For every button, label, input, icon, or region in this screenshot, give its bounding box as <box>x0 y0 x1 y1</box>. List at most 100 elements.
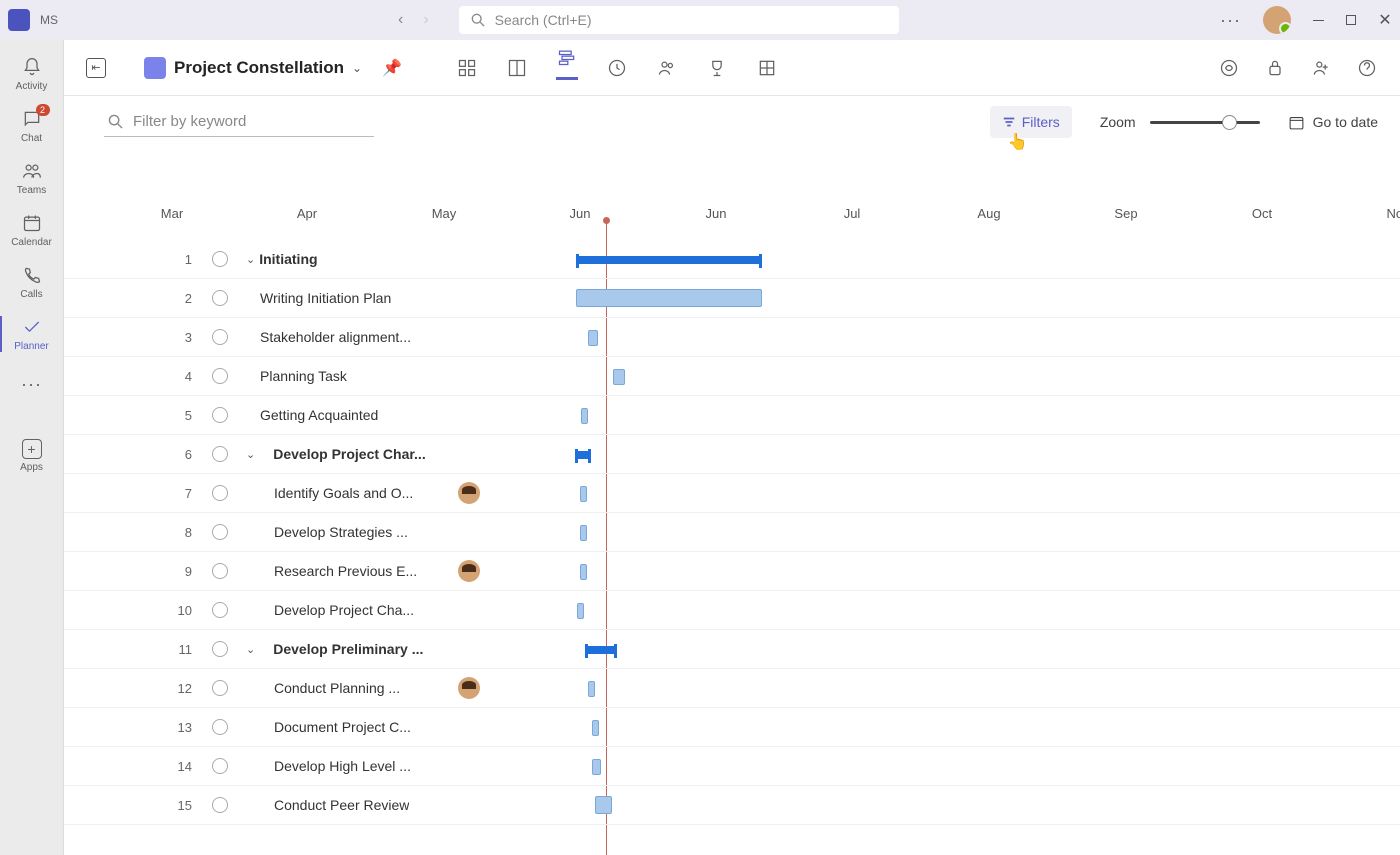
complete-toggle[interactable] <box>212 407 228 423</box>
row-number: 14 <box>164 759 204 774</box>
plan-selector[interactable]: Project Constellation ⌄ <box>144 57 362 79</box>
zoom-slider[interactable] <box>1150 121 1260 124</box>
zoom-thumb[interactable] <box>1222 115 1237 130</box>
gantt-bar[interactable] <box>592 720 599 736</box>
complete-toggle[interactable] <box>212 290 228 306</box>
forward-button[interactable]: › <box>423 11 428 29</box>
complete-toggle[interactable] <box>212 719 228 735</box>
month-label: May <box>432 206 457 221</box>
task-row[interactable]: 5Getting Acquainted <box>64 396 1400 435</box>
task-title: Stakeholder alignment... <box>260 329 411 345</box>
gantt-bar[interactable] <box>588 330 598 346</box>
more-button[interactable]: ··· <box>1220 10 1241 31</box>
complete-toggle[interactable] <box>212 797 228 813</box>
task-row[interactable]: 6⌄Develop Project Char... <box>64 435 1400 474</box>
rail-calls[interactable]: Calls <box>0 256 64 308</box>
back-button[interactable]: ‹ <box>398 11 403 29</box>
rail-chat[interactable]: 2 Chat <box>0 100 64 152</box>
row-number: 3 <box>164 330 204 345</box>
task-row[interactable]: 2Writing Initiation Plan <box>64 279 1400 318</box>
gantt-bar[interactable] <box>576 256 762 264</box>
gantt-bar[interactable] <box>575 451 591 459</box>
complete-toggle[interactable] <box>212 251 228 267</box>
close-button[interactable]: ✕ <box>1378 13 1392 27</box>
view-charts[interactable] <box>756 57 778 79</box>
minimize-button[interactable] <box>1313 20 1324 21</box>
user-avatar[interactable] <box>1263 6 1291 34</box>
complete-toggle[interactable] <box>212 446 228 462</box>
rail-calendar[interactable]: Calendar <box>0 204 64 256</box>
gantt-bar[interactable] <box>576 289 762 307</box>
gantt-bar[interactable] <box>592 759 601 775</box>
gantt-bar[interactable] <box>613 369 625 385</box>
pin-button[interactable]: 📌 <box>382 58 402 78</box>
complete-toggle[interactable] <box>212 563 228 579</box>
assignee-avatar[interactable] <box>458 677 480 699</box>
rail-activity[interactable]: Activity <box>0 48 64 100</box>
complete-toggle[interactable] <box>212 329 228 345</box>
task-title: Writing Initiation Plan <box>260 290 391 306</box>
view-people[interactable] <box>656 57 678 79</box>
task-title: Develop Preliminary ... <box>273 641 423 657</box>
rail-teams[interactable]: Teams <box>0 152 64 204</box>
members-button[interactable] <box>1310 57 1332 79</box>
maximize-button[interactable] <box>1346 15 1356 25</box>
rail-planner[interactable]: Planner <box>0 308 64 360</box>
rail-more[interactable]: ··· <box>0 366 64 403</box>
rail-apps[interactable]: + Apps <box>0 431 64 481</box>
view-timeline[interactable] <box>556 57 578 80</box>
task-row[interactable]: 15Conduct Peer Review <box>64 786 1400 825</box>
complete-toggle[interactable] <box>212 485 228 501</box>
complete-toggle[interactable] <box>212 602 228 618</box>
view-goals[interactable] <box>706 57 728 79</box>
view-schedule[interactable] <box>606 57 628 79</box>
gantt-bar[interactable] <box>577 603 584 619</box>
gantt-bar[interactable] <box>580 525 587 541</box>
nav-arrows: ‹ › <box>398 11 429 29</box>
assignee-avatar[interactable] <box>458 560 480 582</box>
gantt-bar[interactable] <box>581 408 588 424</box>
task-row[interactable]: 3 Stakeholder alignment... <box>64 318 1400 357</box>
task-row[interactable]: 12Conduct Planning ... <box>64 669 1400 708</box>
goto-date-button[interactable]: Go to date <box>1288 114 1378 131</box>
copilot-button[interactable] <box>1218 57 1240 79</box>
filters-button[interactable]: Filters 👆 <box>990 106 1072 138</box>
gantt-bar[interactable] <box>580 564 587 580</box>
share-button[interactable] <box>1264 57 1286 79</box>
task-row[interactable]: 4Planning Task <box>64 357 1400 396</box>
month-label: Mar <box>161 206 183 221</box>
expand-pane-button[interactable]: ⇤ <box>86 58 106 78</box>
assignee-avatar[interactable] <box>458 482 480 504</box>
complete-toggle[interactable] <box>212 524 228 540</box>
complete-toggle[interactable] <box>212 680 228 696</box>
filter-input[interactable]: Filter by keyword <box>104 107 374 137</box>
search-input[interactable]: Search (Ctrl+E) <box>459 6 899 34</box>
chevron-down-icon[interactable]: ⌄ <box>246 253 255 266</box>
gantt-bar[interactable] <box>588 681 595 697</box>
view-grid[interactable] <box>456 57 478 79</box>
gantt-bar[interactable] <box>585 646 617 654</box>
chevron-down-icon[interactable]: ⌄ <box>246 448 255 461</box>
phone-icon <box>21 264 43 286</box>
complete-toggle[interactable] <box>212 368 228 384</box>
plan-color-chip <box>144 57 166 79</box>
complete-toggle[interactable] <box>212 641 228 657</box>
task-row[interactable]: 7Identify Goals and O... <box>64 474 1400 513</box>
month-label: Sep <box>1114 206 1137 221</box>
bell-icon <box>21 56 43 78</box>
task-row[interactable]: 14 Develop High Level ... <box>64 747 1400 786</box>
view-board[interactable] <box>506 57 528 79</box>
task-row[interactable]: 9Research Previous E... <box>64 552 1400 591</box>
gantt-chart[interactable]: MarAprMayJunJunJulAugSepOctNov 1⌄Initiat… <box>64 148 1400 855</box>
task-row[interactable]: 13Document Project C... <box>64 708 1400 747</box>
task-row[interactable]: 10Develop Project Cha... <box>64 591 1400 630</box>
task-row[interactable]: 8Develop Strategies ... <box>64 513 1400 552</box>
gantt-bar[interactable] <box>595 796 612 814</box>
gantt-bar[interactable] <box>580 486 587 502</box>
task-row[interactable]: 1⌄Initiating <box>64 240 1400 279</box>
help-button[interactable] <box>1356 57 1378 79</box>
task-title: Develop High Level ... <box>274 758 411 774</box>
task-row[interactable]: 11⌄Develop Preliminary ... <box>64 630 1400 669</box>
chevron-down-icon[interactable]: ⌄ <box>246 643 255 656</box>
complete-toggle[interactable] <box>212 758 228 774</box>
